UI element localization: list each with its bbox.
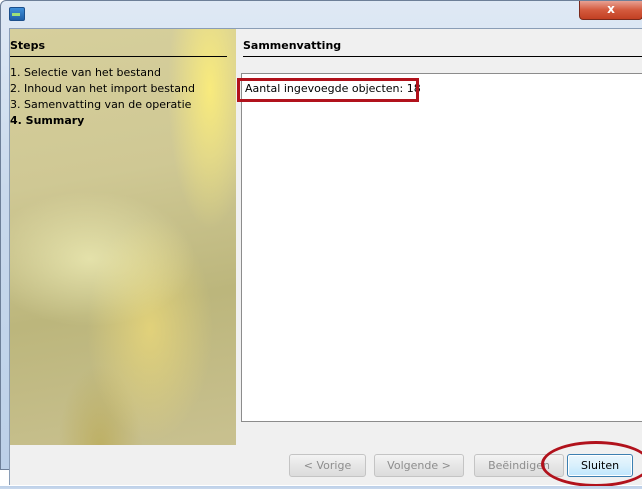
finish-button[interactable]: Beëindigen — [474, 454, 564, 477]
wizard-client-area: Steps 1. Selectie van het bestand 2. Inh… — [9, 28, 642, 464]
steps-divider — [10, 56, 227, 57]
app-icon — [9, 7, 25, 21]
close-button[interactable]: Sluiten — [567, 454, 633, 477]
next-button[interactable]: Volgende > — [374, 454, 464, 477]
window-close-button[interactable]: x — [579, 1, 642, 20]
summary-content-box: Aantal ingevoegde objecten: 18 — [241, 73, 642, 422]
step-item-2: 2. Inhoud van het import bestand — [10, 82, 195, 95]
previous-button[interactable]: < Vorige — [289, 454, 366, 477]
inserted-objects-count: Aantal ingevoegde objecten: 18 — [245, 82, 421, 95]
page-title: Sammenvatting — [243, 39, 342, 52]
step-item-3: 3. Samenvatting van de operatie — [10, 98, 192, 111]
steps-list: 1. Selectie van het bestand 2. Inhoud va… — [10, 65, 195, 129]
steps-panel: Steps 1. Selectie van het bestand 2. Inh… — [10, 29, 236, 449]
wizard-window: x Steps 1. Selectie van het bestand 2. I… — [0, 0, 642, 489]
steps-title: Steps — [10, 39, 46, 52]
step-item-1: 1. Selectie van het bestand — [10, 66, 162, 79]
page-title-divider — [243, 56, 642, 57]
step-item-4-current: 4. Summary — [10, 114, 85, 127]
